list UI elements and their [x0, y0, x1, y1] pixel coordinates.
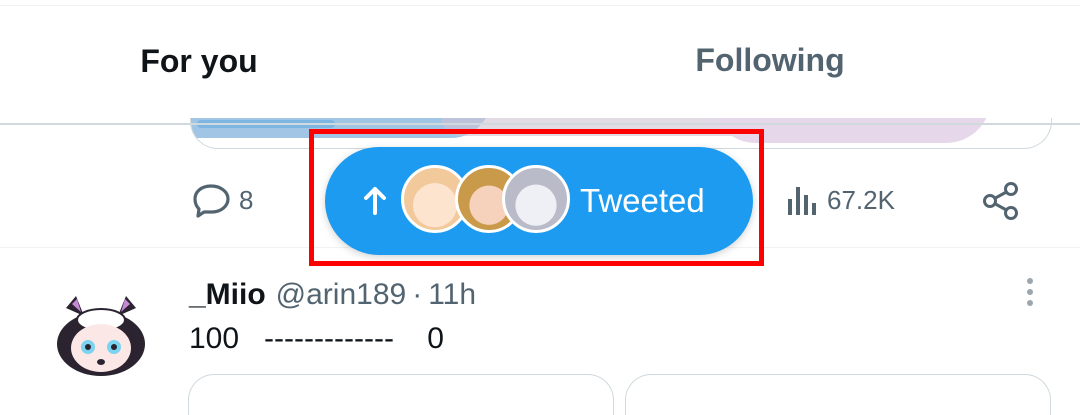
user-avatar[interactable]	[44, 294, 158, 380]
highlight-annotation-box	[309, 129, 764, 266]
reply-icon	[193, 184, 230, 218]
tweet-timestamp[interactable]: 11h	[428, 278, 476, 311]
tabs-divider	[0, 123, 1080, 125]
views-count: 67.2K	[827, 184, 895, 215]
tweet-text: 100 ------------- 0	[189, 322, 444, 355]
views-button[interactable]: 67.2K	[786, 184, 895, 216]
tab-following[interactable]: Following	[540, 6, 1080, 124]
tweet-separator: ·	[412, 278, 423, 311]
tweet-handle[interactable]: @arin189	[276, 278, 407, 311]
tweet-display-name[interactable]: _Miio	[189, 278, 266, 311]
tweet-header: _Miio @arin189 · 11h	[189, 277, 476, 313]
tab-following-label: Following	[695, 42, 845, 78]
tab-for-you[interactable]: For you	[0, 6, 540, 124]
share-icon	[983, 182, 1018, 220]
bar-chart-icon	[788, 187, 816, 215]
reply-button[interactable]: 8	[192, 182, 253, 218]
tab-for-you-label: For you	[140, 43, 258, 79]
share-button[interactable]	[980, 180, 1022, 222]
reply-count: 8	[239, 184, 254, 215]
tweet-media-card[interactable]	[188, 374, 614, 415]
timeline-tabs: For you Following	[0, 6, 1080, 128]
more-options-icon[interactable]	[1020, 276, 1040, 310]
tweet-media-card[interactable]	[625, 374, 1051, 415]
